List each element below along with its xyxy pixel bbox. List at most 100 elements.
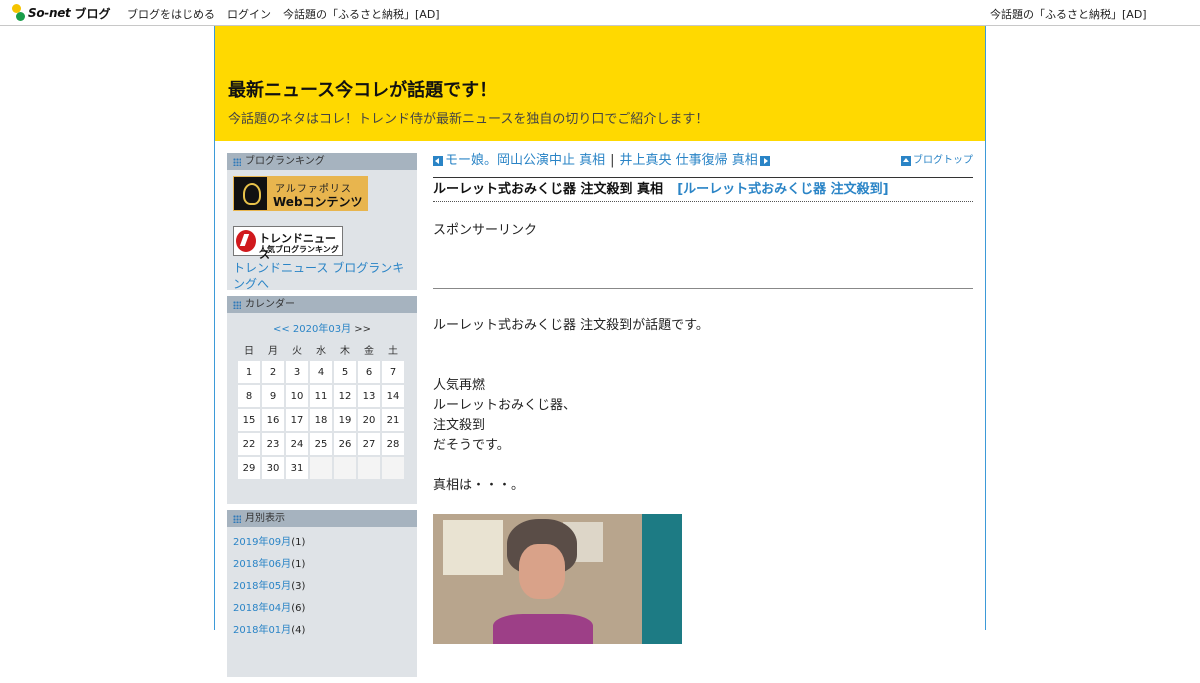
trend-news-banner[interactable]: トレンドニュース 人気ブログランキング (233, 226, 343, 261)
sonet-logo-icon (12, 4, 26, 22)
ranking-box: ブログランキング アルファポリス Webコンテンツ トレンドニュース 人気ブログ… (227, 153, 417, 292)
calendar-day: 30 (262, 457, 284, 479)
calendar-heading: カレンダー (227, 296, 417, 313)
calendar-day: 7 (382, 361, 404, 383)
login-link[interactable]: ログイン (227, 6, 271, 22)
calendar-weekday: 火 (292, 345, 302, 357)
calendar-day: 1 (238, 361, 260, 383)
next-arrow-icon (759, 156, 770, 166)
calendar-day: 23 (262, 433, 284, 455)
calendar-day: 29 (238, 457, 260, 479)
calendar-day: 15 (238, 409, 260, 431)
monthly-count: (6) (291, 603, 306, 614)
monthly-link[interactable]: 2018年04月 (233, 603, 291, 614)
calendar-day: 17 (286, 409, 308, 431)
start-blog-link[interactable]: ブログをはじめる (127, 6, 215, 22)
nav-separator: | (610, 153, 615, 168)
monthly-count: (4) (291, 625, 306, 636)
calendar-day: 21 (382, 409, 404, 431)
calendar-day: 22 (238, 433, 260, 455)
monthly-item: 2018年06月(1) (233, 554, 411, 576)
next-post-link[interactable]: 井上真央 仕事復帰 真相 (620, 153, 758, 169)
monthly-item: 2018年01月(4) (233, 620, 411, 642)
post-photo[interactable] (433, 514, 682, 644)
calendar-day: 11 (310, 385, 332, 407)
calendar-month-link[interactable]: 2020年03月 (293, 324, 351, 335)
monthly-count: (1) (291, 559, 306, 570)
trend-news-logo-icon (236, 230, 256, 252)
calendar-box: カレンダー << 2020年03月 >> 日月火水木金土 1 2 3 4 5 6 7 8 9 10… (227, 296, 417, 504)
calendar-empty-cell (310, 457, 332, 479)
monthly-count: (3) (291, 581, 306, 592)
calendar-day: 27 (358, 433, 380, 455)
logo-suffix: ブログ (74, 6, 111, 21)
post-paragraph: ルーレット式おみくじ器 注文殺到が話題です。 (433, 318, 709, 333)
sonet-blog-logo[interactable]: So-net ブログ (12, 3, 111, 23)
grid-icon (233, 515, 241, 523)
calendar-day: 19 (334, 409, 356, 431)
monthly-list: 2019年09月(1) 2018年06月(1) 2018年05月(3) 2018年04… (227, 527, 417, 642)
up-arrow-icon (901, 156, 911, 166)
calendar-day: 18 (310, 409, 332, 431)
alphapolis-banner[interactable]: アルファポリス Webコンテンツ (233, 176, 368, 211)
blog-top-link[interactable]: ブログトップ (901, 153, 973, 169)
post-line: ルーレットおみくじ器、 (433, 398, 577, 413)
calendar-nav: << 2020年03月 >> (227, 313, 417, 337)
calendar-day: 10 (286, 385, 308, 407)
calendar-day: 14 (382, 385, 404, 407)
calendar-next-link[interactable]: >> (354, 324, 371, 335)
post-tag-link[interactable]: [ルーレット式おみくじ器 注文殺到] (677, 182, 888, 197)
calendar-day: 31 (286, 457, 308, 479)
calendar-day: 5 (334, 361, 356, 383)
monthly-link[interactable]: 2018年01月 (233, 625, 291, 636)
calendar-weekday: 日 (244, 345, 254, 357)
calendar-day: 28 (382, 433, 404, 455)
monthly-item: 2018年05月(3) (233, 576, 411, 598)
monthly-box: 月別表示 2019年09月(1) 2018年06月(1) 2018年05月(3) 20… (227, 510, 417, 677)
calendar-table: 日月火水木金土 1 2 3 4 5 6 7 8 9 10 11 12 13 14 15 16 17 18 19 20 2… (236, 337, 406, 481)
sidebar: ブログランキング アルファポリス Webコンテンツ トレンドニュース 人気ブログ… (227, 153, 417, 683)
trend-ranking-link[interactable]: トレンドニュース ブログランキングへ (233, 260, 413, 292)
grid-icon (233, 301, 241, 309)
top-bar: So-net ブログ ブログをはじめる ログイン 今話題の「ふるさと納税」[AD… (0, 0, 1200, 26)
calendar-day: 9 (262, 385, 284, 407)
sponsor-label: スポンサーリンク (433, 223, 538, 238)
monthly-item: 2019年09月(1) (233, 532, 411, 554)
calendar-weekday: 木 (340, 345, 350, 357)
calendar-day: 16 (262, 409, 284, 431)
top-nav: ブログをはじめる ログイン 今話題の「ふるさと納税」[AD] (127, 6, 440, 22)
monthly-heading: 月別表示 (227, 510, 417, 527)
post-navigation: モー娘。岡山公演中止 真相 | 井上真央 仕事復帰 真相 ブログトップ (433, 153, 973, 177)
divider (433, 288, 973, 289)
post-title-row: ルーレット式おみくじ器 注文殺到 真相 [ルーレット式おみくじ器 注文殺到] (433, 177, 973, 202)
monthly-link[interactable]: 2018年06月 (233, 559, 291, 570)
calendar-day: 6 (358, 361, 380, 383)
post-paragraph: 真相は・・・。 (433, 478, 525, 493)
alphapolis-emblem-icon (234, 177, 267, 210)
calendar-weekday: 金 (364, 345, 374, 357)
post-line: だそうです。 (433, 438, 510, 453)
grid-icon (233, 158, 241, 166)
post-line: 人気再燃 (433, 378, 486, 393)
calendar-prev-link[interactable]: << (273, 324, 290, 335)
calendar-day: 20 (358, 409, 380, 431)
monthly-item: 2018年04月(6) (233, 598, 411, 620)
calendar-weekday: 月 (268, 345, 278, 357)
calendar-weekday: 水 (316, 345, 326, 357)
calendar-day: 3 (286, 361, 308, 383)
post-line: 注文殺到 (433, 418, 486, 433)
post-body: ルーレット式おみくじ器 注文殺到が話題です。 人気再燃 ルーレットおみくじ器、 … (433, 316, 973, 496)
calendar-day: 4 (310, 361, 332, 383)
calendar-day: 24 (286, 433, 308, 455)
furusato-ad-link[interactable]: 今話題の「ふるさと納税」[AD] (283, 6, 440, 22)
prev-post-link[interactable]: モー娘。岡山公演中止 真相 (445, 153, 605, 169)
prev-arrow-icon (433, 156, 443, 166)
ranking-heading: ブログランキング (227, 153, 417, 170)
calendar-weekday: 土 (388, 345, 398, 357)
monthly-link[interactable]: 2019年09月 (233, 537, 291, 548)
logo-brand: So-net (28, 6, 71, 20)
calendar-day: 26 (334, 433, 356, 455)
blog-title[interactable]: 最新ニュース今コレが話題です！ (228, 76, 497, 102)
right-ad-link[interactable]: 今話題の「ふるさと納税」[AD] (990, 6, 1147, 22)
monthly-link[interactable]: 2018年05月 (233, 581, 291, 592)
